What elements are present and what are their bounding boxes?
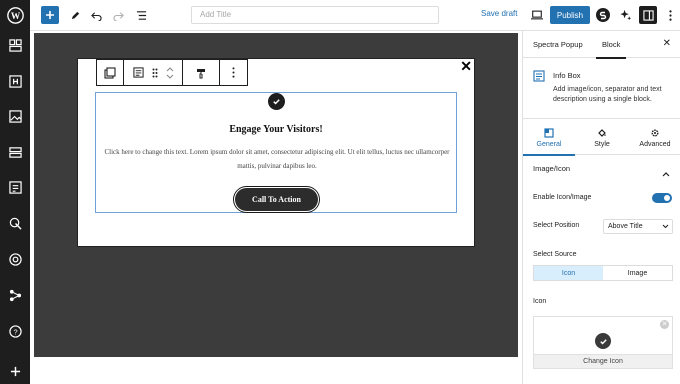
block-name: Info Box <box>553 71 581 80</box>
save-draft-button[interactable]: Save draft <box>481 9 517 18</box>
drag-handle-icon[interactable] <box>147 68 163 78</box>
block-description: Add image/icon, separator and text descr… <box>553 86 662 103</box>
paint-bucket-icon <box>598 128 606 137</box>
svg-text:W: W <box>10 11 20 21</box>
tab-spectra-popup[interactable]: Spectra Popup <box>533 40 583 49</box>
tab-general-label: General <box>536 140 562 148</box>
svg-text:?: ? <box>13 327 17 336</box>
title-input[interactable]: Add Title <box>191 6 439 24</box>
source-option-image[interactable]: Image <box>603 266 672 280</box>
position-select[interactable]: Above Title <box>603 219 673 234</box>
settings-sidebar: Spectra Popup Block ✕ Info Box Add image… <box>522 31 680 384</box>
close-sidebar-icon[interactable]: ✕ <box>663 38 671 49</box>
redo-icon[interactable] <box>110 0 126 30</box>
position-label: Select Position <box>533 222 580 229</box>
source-segmented-control: Icon Image <box>533 265 673 281</box>
editor-toolbar: Add Title Save draft Publish <box>30 0 680 31</box>
enable-icon-label: Enable Icon/Image <box>533 194 592 201</box>
preview-desktop-icon[interactable] <box>529 0 545 30</box>
remove-icon[interactable]: ✕ <box>660 320 669 329</box>
info-box-description[interactable]: Click here to change this text. Lorem ip… <box>100 145 454 173</box>
wordpress-logo-icon[interactable]: W <box>0 4 30 26</box>
format-painter-icon[interactable] <box>183 60 220 85</box>
popup-container: ✕ Engage Your Visitors! Click here to ch… <box>77 58 475 247</box>
pointer-click-icon[interactable] <box>0 212 30 234</box>
chevron-down-icon <box>662 220 669 238</box>
block-move-controls <box>124 60 183 85</box>
add-block-button[interactable] <box>41 6 59 24</box>
editor-canvas: ✕ Engage Your Visitors! Click here to ch… <box>34 33 518 357</box>
sparkle-icon[interactable] <box>617 0 633 30</box>
publish-button[interactable]: Publish <box>550 6 590 24</box>
container-icon[interactable] <box>0 141 30 163</box>
enable-icon-toggle[interactable] <box>652 193 672 203</box>
chevron-up-icon[interactable] <box>662 164 670 182</box>
block-more-options-icon[interactable] <box>220 60 247 85</box>
heading-icon[interactable] <box>0 70 30 92</box>
form-icon[interactable] <box>0 176 30 198</box>
document-overview-icon[interactable] <box>133 0 149 30</box>
infobox-block-icon[interactable] <box>129 67 147 78</box>
icon-label: Icon <box>533 298 547 305</box>
blocks-icon[interactable] <box>0 34 30 56</box>
general-settings-icon <box>544 127 554 138</box>
tab-style[interactable]: Style <box>576 120 628 155</box>
tab-advanced[interactable]: Advanced <box>629 120 680 155</box>
circle-target-icon[interactable] <box>0 248 30 270</box>
settings-panel-toggle-icon[interactable] <box>639 6 657 24</box>
icon-picker[interactable]: ✕ Change Icon <box>533 316 673 369</box>
block-type-icon[interactable] <box>97 60 124 85</box>
left-navigation-rail: W ? <box>0 0 30 384</box>
add-icon[interactable] <box>0 360 30 382</box>
change-icon-button[interactable]: Change Icon <box>534 354 672 368</box>
tab-general[interactable]: General <box>523 120 575 156</box>
popup-close-icon[interactable]: ✕ <box>460 59 472 73</box>
image-icon[interactable] <box>0 105 30 127</box>
tab-advanced-label: Advanced <box>639 140 671 148</box>
section-title[interactable]: Image/Icon <box>533 164 570 173</box>
help-icon[interactable]: ? <box>0 320 30 342</box>
block-card: Info Box Add image/icon, separator and t… <box>523 59 680 119</box>
info-box-block[interactable]: Engage Your Visitors! Click here to chan… <box>95 92 457 213</box>
sidebar-tabs: Spectra Popup Block ✕ <box>523 31 680 59</box>
edit-pencil-icon[interactable] <box>67 0 83 30</box>
tab-style-label: Style <box>594 140 610 148</box>
tab-block[interactable]: Block <box>595 40 627 59</box>
info-box-title[interactable]: Engage Your Visitors! <box>96 124 456 135</box>
undo-icon[interactable] <box>88 0 104 30</box>
gear-icon <box>651 129 659 136</box>
call-to-action-button[interactable]: Call To Action <box>233 186 320 213</box>
spectra-logo-icon[interactable] <box>595 0 611 30</box>
settings-subtabs: General Style Advanced <box>523 120 680 156</box>
source-option-icon[interactable]: Icon <box>534 266 603 280</box>
nodes-icon[interactable] <box>0 284 30 306</box>
move-up-down-icon[interactable] <box>163 66 177 79</box>
infobox-block-icon <box>533 69 545 87</box>
block-toolbar <box>96 59 248 86</box>
source-label: Select Source <box>533 251 577 258</box>
checkmark-icon <box>268 93 285 110</box>
options-menu-icon[interactable] <box>662 0 678 30</box>
position-select-value: Above Title <box>608 223 643 230</box>
checkmark-icon <box>595 333 611 349</box>
